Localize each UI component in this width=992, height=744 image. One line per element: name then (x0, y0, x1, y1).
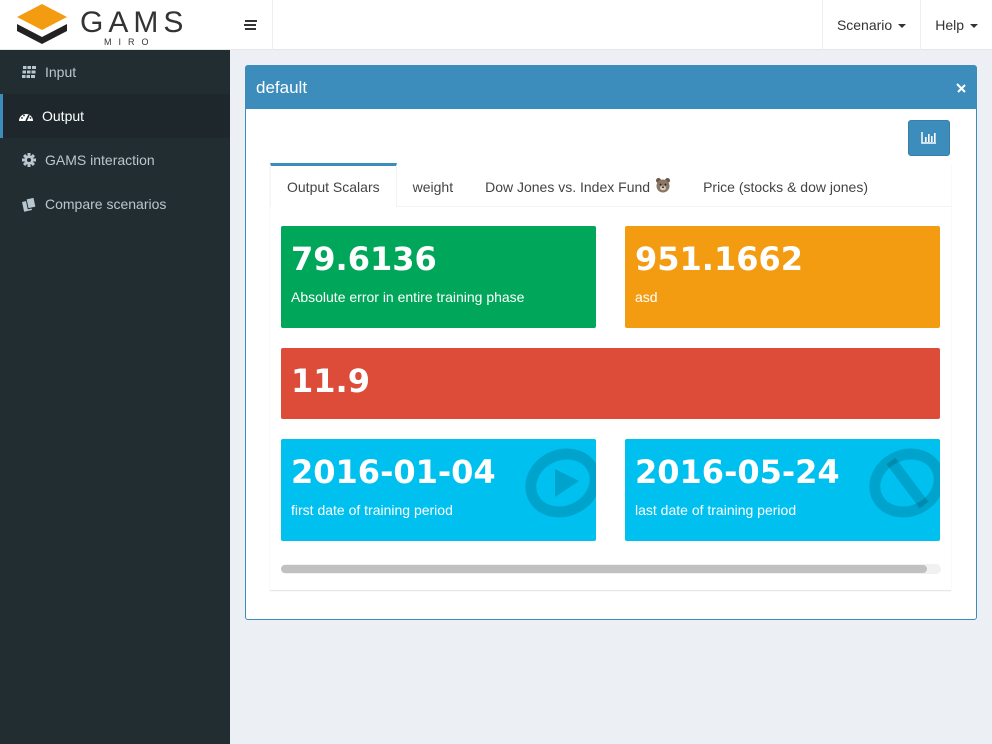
tab-bar: Output Scalars weight Dow Jones vs. Inde… (270, 163, 951, 207)
top-navbar: Scenario Help (230, 0, 992, 50)
output-tabs: Output Scalars weight Dow Jones vs. Inde… (270, 163, 951, 590)
value-box-absolute-error: 79.6136 Absolute error in entire trainin… (281, 226, 596, 328)
value-box-asd: 951.1662 asd (625, 226, 940, 328)
brand-name: GAMS (80, 6, 189, 39)
box-title: default (256, 77, 308, 97)
value-box-last-date: 2016-05-24 last date of training period (625, 439, 940, 541)
value-box-value: 951.1662 (635, 240, 804, 278)
value-box-scalar: 11.9 (281, 348, 940, 419)
brand-subtitle: MIRO (104, 37, 156, 47)
copy-icon (21, 196, 37, 212)
sidebar-item-gams-interaction[interactable]: GAMS interaction (0, 138, 230, 182)
brand-logo[interactable]: GAMS MIRO (0, 0, 230, 50)
tab-label: Dow Jones vs. Index Fund (485, 178, 651, 195)
caret-down-icon (970, 24, 978, 28)
horizontal-scrollbar[interactable] (281, 564, 941, 574)
sidebar-item-label: Output (42, 108, 85, 124)
value-box-label: last date of training period (635, 502, 797, 518)
value-box-label: Absolute error in entire training phase (291, 289, 525, 305)
value-box-label: first date of training period (291, 502, 453, 518)
value-box-value: 2016-05-24 (635, 453, 840, 491)
value-box-value: 2016-01-04 (291, 453, 496, 491)
gear-icon (21, 152, 37, 168)
close-icon[interactable] (955, 81, 967, 95)
sidebar: Input Output GAMS interaction Compare sc… (0, 50, 230, 744)
help-menu[interactable]: Help (920, 0, 992, 50)
sidebar-item-label: Compare scenarios (45, 196, 167, 212)
caret-down-icon (898, 24, 907, 28)
value-box-first-date: 2016-01-04 first date of training period (281, 439, 596, 541)
table-icon (21, 64, 37, 80)
scenario-menu-label: Scenario (836, 17, 893, 33)
gams-logo-icon (17, 4, 67, 44)
tab-label: Price (stocks & dow jones) (703, 178, 869, 195)
help-menu-label: Help (935, 17, 964, 33)
sidebar-item-compare-scenarios[interactable]: Compare scenarios (0, 182, 230, 226)
tab-weight[interactable]: weight (397, 163, 469, 207)
sidebar-toggle-button[interactable] (230, 0, 273, 50)
hamburger-icon (244, 20, 257, 30)
box-header: default (246, 66, 976, 109)
sidebar-item-label: Input (45, 64, 77, 80)
tab-dow-jones-vs-index-fund[interactable]: Dow Jones vs. Index Fund (469, 163, 687, 207)
play-circle-icon (525, 448, 596, 518)
ban-icon (869, 448, 940, 518)
value-box-label: asd (635, 289, 658, 305)
bear-face-icon (655, 177, 671, 196)
tab-output-scalars[interactable]: Output Scalars (270, 163, 397, 207)
sidebar-item-label: GAMS interaction (45, 152, 155, 168)
tab-label: weight (412, 178, 454, 195)
scenario-menu[interactable]: Scenario (821, 0, 920, 50)
chart-view-button[interactable] (908, 120, 950, 156)
value-box-value: 79.6136 (291, 240, 437, 278)
tab-price-stocks-dow-jones[interactable]: Price (stocks & dow jones) (687, 163, 884, 207)
scrollbar-thumb[interactable] (281, 565, 927, 573)
bar-chart-icon (921, 132, 936, 144)
tab-label: Output Scalars (287, 178, 380, 195)
sidebar-item-output[interactable]: Output (0, 94, 230, 138)
scenario-box: default Output Scalars weight Dow Jones … (245, 65, 977, 620)
dashboard-icon (18, 108, 34, 124)
value-box-value: 11.9 (291, 362, 370, 400)
sidebar-item-input[interactable]: Input (0, 50, 230, 94)
